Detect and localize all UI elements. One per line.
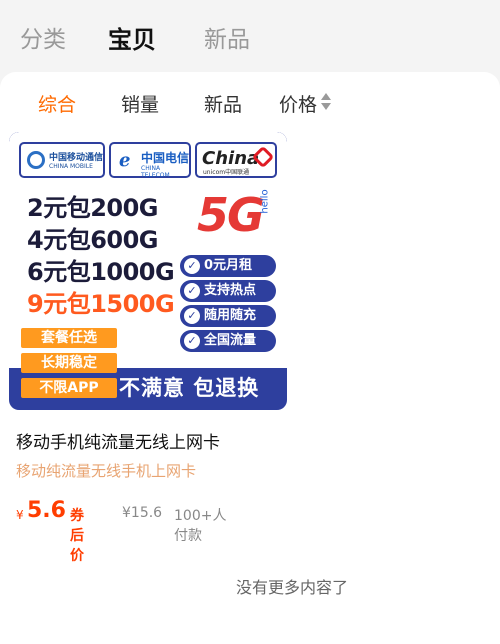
5g-logo-text: 5G	[197, 188, 265, 242]
no-more-content: 没有更多内容了	[235, 578, 348, 597]
promo-tag: 长期稳定	[21, 353, 117, 373]
feature-pill: ✓ 0元月租	[180, 255, 276, 277]
product-image[interactable]: 中国移动通信 CHINA MOBILE ℯ 中国电信 CHINA TELECOM…	[9, 132, 287, 410]
china-unicom-logo: China unicom中国联通	[195, 142, 277, 178]
currency-symbol: ¥	[16, 508, 24, 522]
coupon-label: 券后价	[70, 508, 84, 564]
original-price: ¥15.6	[122, 505, 163, 521]
tab-new[interactable]: 新品	[204, 20, 250, 54]
china-mobile-cn: 中国移动通信	[49, 153, 104, 163]
china-telecom-en: CHINA TELECOM	[141, 165, 170, 179]
check-icon: ✓	[184, 308, 200, 324]
china-mobile-en: CHINA MOBILE	[49, 163, 93, 170]
china-mobile-logo: 中国移动通信 CHINA MOBILE	[19, 142, 105, 178]
sort-arrows-icon[interactable]	[320, 93, 332, 111]
5g-hello-text: hello	[259, 189, 271, 214]
check-icon: ✓	[184, 333, 200, 349]
price-value: 5.6	[27, 498, 66, 523]
feature-pill: ✓ 全国流量	[180, 330, 276, 352]
5g-logo: 5G	[197, 188, 265, 242]
promo-tag: 套餐任选	[21, 328, 117, 348]
sort-sales[interactable]: 销量	[121, 90, 159, 117]
tab-category[interactable]: 分类	[20, 20, 66, 54]
feature-label: 支持热点	[204, 283, 257, 298]
check-icon: ✓	[184, 283, 200, 299]
sort-new[interactable]: 新品	[204, 90, 242, 117]
plan-line-highlight: 9元包1500G	[27, 290, 175, 318]
china-unicom-en: China	[202, 148, 260, 169]
china-telecom-mark-icon: ℯ	[119, 150, 131, 171]
china-mobile-mark-icon	[27, 151, 45, 169]
buyer-count: 100+人付款	[174, 508, 227, 544]
feature-label: 随用随充	[204, 308, 257, 323]
product-subtitle: 移动纯流量无线手机上网卡	[16, 462, 197, 480]
check-icon: ✓	[184, 258, 200, 274]
plan-line: 4元包600G	[27, 226, 159, 254]
tab-items[interactable]: 宝贝	[108, 20, 156, 55]
china-telecom-logo: ℯ 中国电信 CHINA TELECOM	[109, 142, 191, 179]
china-unicom-sub: unicom中国联通	[203, 169, 250, 176]
content-panel: 综合 销量 新品 价格 中国移动通信 CHINA MOBILE ℯ 中国电信 C…	[0, 72, 500, 644]
promo-tag: 不限APP	[21, 378, 117, 398]
product-title[interactable]: 移动手机纯流量无线上网卡	[16, 428, 220, 453]
top-tab-bar: 分类 宝贝 新品	[0, 0, 500, 72]
china-telecom-cn: 中国电信	[141, 151, 190, 165]
feature-label: 0元月租	[204, 258, 253, 273]
feature-pill: ✓ 随用随充	[180, 305, 276, 327]
sort-price[interactable]: 价格	[279, 90, 317, 117]
guarantee-text: 不满意 包退换	[119, 376, 260, 400]
sort-comprehensive[interactable]: 综合	[38, 90, 76, 117]
feature-label: 全国流量	[204, 333, 257, 348]
plan-line: 2元包200G	[27, 194, 159, 222]
feature-pill: ✓ 支持热点	[180, 280, 276, 302]
plan-line: 6元包1000G	[27, 258, 175, 286]
